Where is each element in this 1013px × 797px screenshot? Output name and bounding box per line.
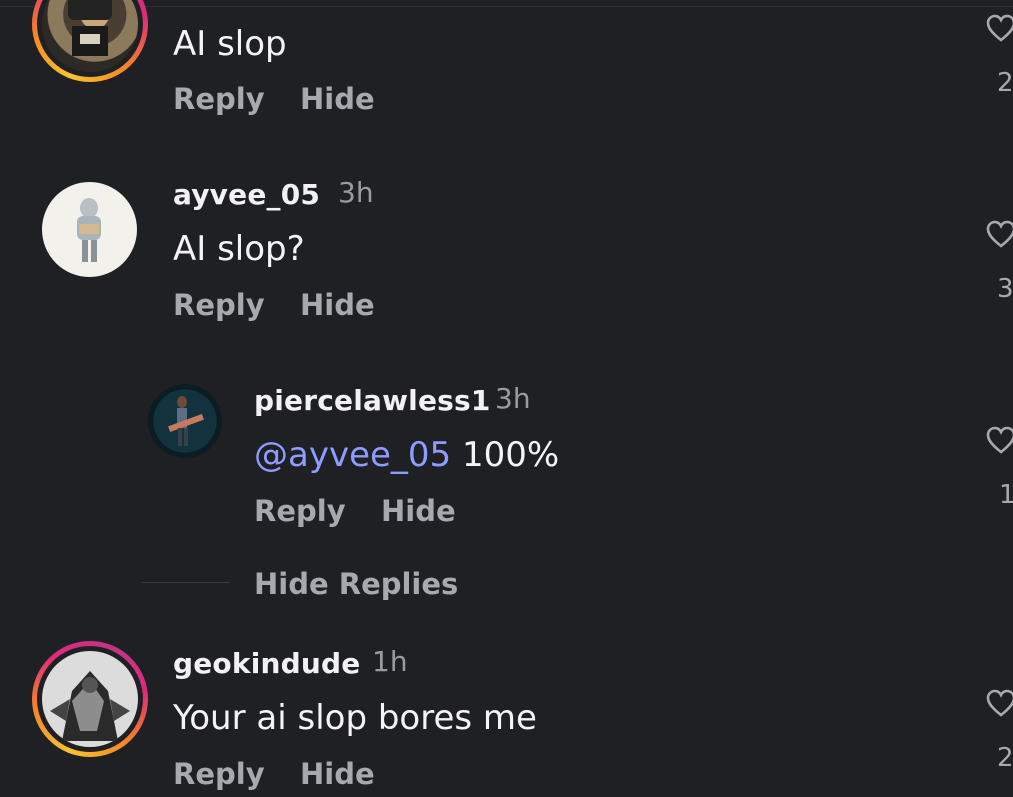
timestamp: 3h xyxy=(495,382,531,415)
comment-text: AI slop xyxy=(173,24,287,64)
top-divider xyxy=(0,6,1013,7)
like-count: 2 xyxy=(997,743,1013,773)
like-count: 1 xyxy=(999,480,1013,510)
hide-replies-button[interactable]: Hide Replies xyxy=(254,567,458,601)
username[interactable]: geokindude xyxy=(173,647,360,680)
heart-icon[interactable] xyxy=(986,426,1013,456)
reply-button[interactable]: Reply xyxy=(254,494,346,528)
heart-icon[interactable] xyxy=(986,220,1013,250)
comment-body: 100% xyxy=(451,435,560,475)
avatar[interactable] xyxy=(42,182,137,277)
avatar[interactable] xyxy=(42,651,138,747)
heart-icon[interactable] xyxy=(986,689,1013,719)
comment-text: AI slop? xyxy=(173,229,305,269)
hide-button[interactable]: Hide xyxy=(300,757,375,791)
reply-button[interactable]: Reply xyxy=(173,757,265,791)
comment-text: @ayvee_05 100% xyxy=(254,435,559,475)
like-count: 2 xyxy=(997,68,1013,98)
avatar[interactable] xyxy=(148,384,222,458)
comment-text: Your ai slop bores me xyxy=(173,698,537,738)
like-count: 3 xyxy=(997,274,1013,304)
hide-button[interactable]: Hide xyxy=(381,494,456,528)
hide-button[interactable]: Hide xyxy=(300,82,375,116)
mention-link[interactable]: @ayvee_05 xyxy=(254,435,451,475)
reply-button[interactable]: Reply xyxy=(173,288,265,322)
username[interactable]: ayvee_05 xyxy=(173,178,320,211)
reply-button[interactable]: Reply xyxy=(173,82,265,116)
thread-line xyxy=(142,582,230,583)
hide-button[interactable]: Hide xyxy=(300,288,375,322)
timestamp: 1h xyxy=(372,645,408,678)
timestamp: 3h xyxy=(338,176,374,209)
username[interactable]: piercelawless1 xyxy=(254,384,491,417)
heart-icon[interactable] xyxy=(986,14,1013,44)
